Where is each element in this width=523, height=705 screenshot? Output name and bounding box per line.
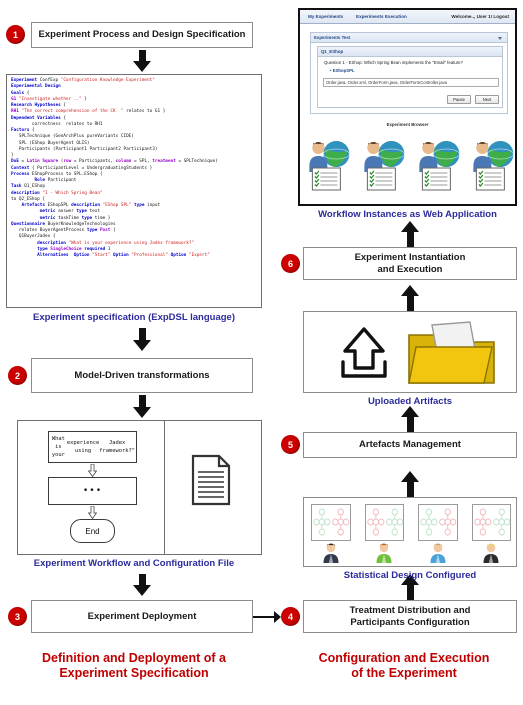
- section-header: [318, 47, 502, 57]
- caption-experiment-specification: Experiment specification (ExpDSL languag…: [32, 312, 235, 323]
- arrow-up-3: [401, 406, 419, 417]
- arrow-right-connector: [274, 611, 281, 623]
- browser-instance: [470, 136, 515, 194]
- workflow-question-node[interactable]: What is your experience using Jadex framew…: [48, 431, 137, 463]
- step-box-artefacts-management[interactable]: Artefacts Management: [303, 432, 517, 458]
- step-badge-5: 5: [281, 435, 300, 454]
- upload-icon: [341, 327, 387, 378]
- chevron-down-icon[interactable]: [498, 37, 502, 40]
- step-badge-6: 6: [281, 254, 300, 273]
- arrow-stem: [138, 395, 146, 407]
- step-box-treatment-distribution[interactable]: Treatment Distribution and Participants …: [303, 600, 517, 633]
- step-badge-2: 2: [8, 366, 27, 385]
- step-badge-1: 1: [6, 25, 25, 44]
- hollow-arrow-icon: [88, 506, 97, 519]
- statistical-design-cell: [418, 504, 458, 541]
- caption-uploaded-artifacts: Uploaded Artifacts: [367, 396, 453, 407]
- statistical-design-cell: [364, 504, 404, 541]
- arrow-stem: [406, 417, 414, 432]
- workflow-end-node[interactable]: End: [70, 519, 115, 543]
- participant-avatar: [375, 542, 393, 564]
- nav-item-experiments-execution[interactable]: Experiments Execution: [356, 14, 407, 19]
- step-box-experiment-deployment[interactable]: Experiment Deployment: [31, 600, 253, 633]
- expdsl-code-panel[interactable]: Experiment ConfExp "Configuration Knowle…: [6, 74, 262, 308]
- folder-icon: [408, 321, 495, 384]
- answer-input[interactable]: Order.java, Order.xml, OrderForm.java, O…: [323, 78, 499, 87]
- arrow-stem: [138, 328, 146, 340]
- nav-user-logout[interactable]: Welcome.., User 1! Logout: [451, 14, 509, 19]
- step-box-experiment-instantiation[interactable]: Experiment Instantiation and Execution: [303, 247, 517, 280]
- arrow-stem: [138, 50, 146, 61]
- step-box-experiment-process[interactable]: Experiment Process and Design Specificat…: [31, 22, 253, 48]
- arrow-stem: [406, 232, 414, 247]
- expdsl-code: Experiment ConfExp "Configuration Knowle…: [11, 78, 218, 258]
- arrow-stem: [138, 574, 146, 585]
- configuration-file-icon: [191, 454, 231, 506]
- pause-button[interactable]: Pause: [447, 95, 471, 104]
- statistical-design-cell: [471, 504, 511, 541]
- arrow-stem: [406, 585, 414, 600]
- browser-instance: [416, 136, 461, 194]
- participant-avatar: [322, 542, 340, 564]
- question-text: Question 1 - EShop: Which Spring Bean im…: [324, 60, 463, 65]
- statistical-design-cell: [311, 504, 351, 541]
- question-section[interactable]: Q1_EShop Question 1 - EShop: Which Sprin…: [317, 46, 503, 108]
- arrow-down-4: [133, 585, 151, 596]
- arrow-down-3: [133, 407, 151, 418]
- uploaded-artifacts-panel[interactable]: [303, 311, 517, 393]
- arrow-up-2: [401, 471, 419, 482]
- heading-left-phase: Definition and Deployment of a Experimen…: [41, 651, 227, 680]
- browser-instances-row: [300, 136, 515, 198]
- step-box-model-driven[interactable]: Model-Driven transformations: [31, 358, 253, 393]
- panel-divider: [164, 421, 165, 554]
- hollow-arrow-icon: [88, 464, 97, 477]
- arrow-stem: [406, 296, 414, 311]
- step-badge-3: 3: [8, 607, 27, 626]
- arrow-stem: [406, 482, 414, 497]
- connector-line: [253, 615, 274, 618]
- caption-workflow-instances: Workflow Instances as Web Application: [318, 209, 497, 220]
- heading-right-phase: Configuration and Execution of the Exper…: [318, 651, 490, 680]
- panel-title: Experiments Test: [314, 35, 351, 40]
- experiment-browser-label: Experiment Browser: [386, 122, 429, 127]
- artifact-bullet: • EShopSPL: [330, 68, 355, 73]
- caption-statistical-design: Statistical Design Configured: [343, 570, 477, 581]
- statistical-design-panel[interactable]: [303, 497, 517, 567]
- participant-avatar: [482, 542, 500, 564]
- step-badge-4: 4: [281, 607, 300, 626]
- browser-instance: [361, 136, 406, 194]
- experiments-test-panel[interactable]: Experiments Test Q1_EShop Question 1 - E…: [310, 32, 508, 114]
- workflow-panel[interactable]: What is your experience using Jadex framew…: [17, 420, 262, 555]
- arrow-down-1: [133, 61, 151, 72]
- arrow-down-2: [133, 340, 151, 351]
- browser-instance: [306, 136, 351, 194]
- workflow-middle-node[interactable]: •••: [48, 477, 137, 505]
- section-title: Q1_EShop: [321, 49, 344, 54]
- arrow-up-5: [401, 221, 419, 232]
- arrow-up-4: [401, 285, 419, 296]
- caption-workflow-config: Experiment Workflow and Configuration Fi…: [33, 558, 235, 569]
- web-application-mock[interactable]: My Experiments Experiments Execution Wel…: [298, 8, 517, 206]
- nav-item-my-experiments[interactable]: My Experiments: [308, 14, 343, 19]
- participant-avatar: [429, 542, 447, 564]
- next-button[interactable]: Next: [475, 95, 499, 104]
